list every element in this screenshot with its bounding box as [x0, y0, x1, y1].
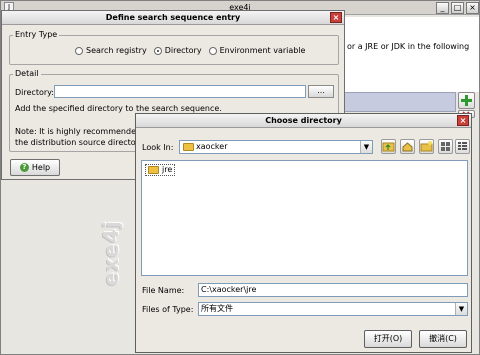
look-in-selection: xaocker: [183, 141, 228, 153]
radio-search-registry[interactable]: Search registry: [75, 46, 147, 55]
main-description: or a JRE or JDK in the following: [347, 42, 470, 51]
files-of-type-label: Files of Type:: [142, 305, 194, 314]
look-in-label: Look In:: [142, 143, 174, 152]
list-item[interactable]: jre: [145, 164, 176, 176]
radio-circle: [208, 46, 217, 55]
look-in-combo[interactable]: xaocker ▼: [179, 140, 373, 154]
radio-label: Environment variable: [219, 46, 306, 55]
list-view-icon: [441, 142, 450, 151]
file-name-label: File Name:: [142, 286, 185, 295]
plus-icon: [461, 95, 472, 106]
list-view-button[interactable]: [438, 139, 453, 154]
folder-icon: [183, 142, 194, 151]
radio-circle: [75, 46, 83, 55]
directory-hint: Add the specified directory to the searc…: [15, 104, 222, 113]
new-folder-icon: [420, 141, 433, 152]
choose-dialog-title: Choose directory: [265, 116, 342, 125]
files-of-type-value: 所有文件: [201, 304, 233, 313]
cancel-button[interactable]: 撤消(C): [419, 330, 467, 348]
home-button[interactable]: [400, 139, 415, 154]
open-button[interactable]: 打开(O): [364, 330, 412, 348]
note-line-2: the distribution source directory.: [15, 138, 146, 147]
file-list[interactable]: jre: [141, 160, 468, 276]
choose-dialog-title-bar: Choose directory ×: [136, 114, 471, 128]
entry-type-group: Entry Type Search registry Directory Env…: [9, 30, 339, 65]
details-view-icon: [458, 142, 467, 150]
main-close-button[interactable]: ×: [466, 2, 479, 14]
radio-label: Directory: [164, 46, 202, 55]
entry-type-options: Search registry Directory Environment va…: [75, 46, 312, 55]
chevron-down-icon[interactable]: ▼: [360, 141, 372, 153]
radio-label: Search registry: [86, 46, 147, 55]
choose-directory-dialog: Choose directory × Look In: xaocker ▼ jr…: [135, 113, 472, 353]
folder-icon: [148, 166, 159, 174]
file-name-input[interactable]: C:\xaocker\jre: [198, 283, 468, 297]
radio-directory[interactable]: Directory: [153, 46, 202, 55]
help-icon: ?: [19, 163, 29, 172]
files-of-type-combo[interactable]: 所有文件 ▼: [198, 302, 468, 316]
add-entry-button[interactable]: [458, 92, 475, 109]
look-in-value: xaocker: [196, 142, 228, 151]
list-item-label: jre: [162, 165, 173, 174]
define-dialog-close-button[interactable]: ×: [330, 12, 342, 23]
up-folder-icon: [382, 142, 395, 152]
directory-input[interactable]: [54, 85, 306, 98]
radio-environment-variable[interactable]: Environment variable: [208, 46, 306, 55]
directory-label: Directory:: [15, 88, 54, 97]
chevron-down-icon[interactable]: ▼: [455, 303, 467, 315]
browse-button[interactable]: ...: [308, 85, 334, 98]
exe4j-logo: exe4j: [99, 220, 123, 286]
new-folder-button[interactable]: [419, 139, 434, 154]
radio-circle-selected: [153, 46, 162, 55]
main-content-pane: [343, 17, 479, 92]
choose-dialog-close-button[interactable]: ×: [457, 115, 469, 126]
search-sequence-list[interactable]: [343, 92, 456, 112]
help-label: Help: [31, 163, 51, 172]
help-button[interactable]: ? Help: [10, 159, 60, 176]
define-dialog-title-bar: Define search sequence entry ×: [2, 11, 344, 25]
entry-type-label: Entry Type: [13, 30, 60, 39]
detail-label: Detail: [13, 69, 41, 78]
maximize-button[interactable]: □: [451, 2, 464, 14]
define-dialog-title: Define search sequence entry: [105, 13, 241, 22]
up-one-level-button[interactable]: [381, 139, 396, 154]
minimize-button[interactable]: _: [436, 2, 449, 14]
home-icon: [402, 142, 413, 152]
details-view-button[interactable]: [455, 139, 470, 154]
